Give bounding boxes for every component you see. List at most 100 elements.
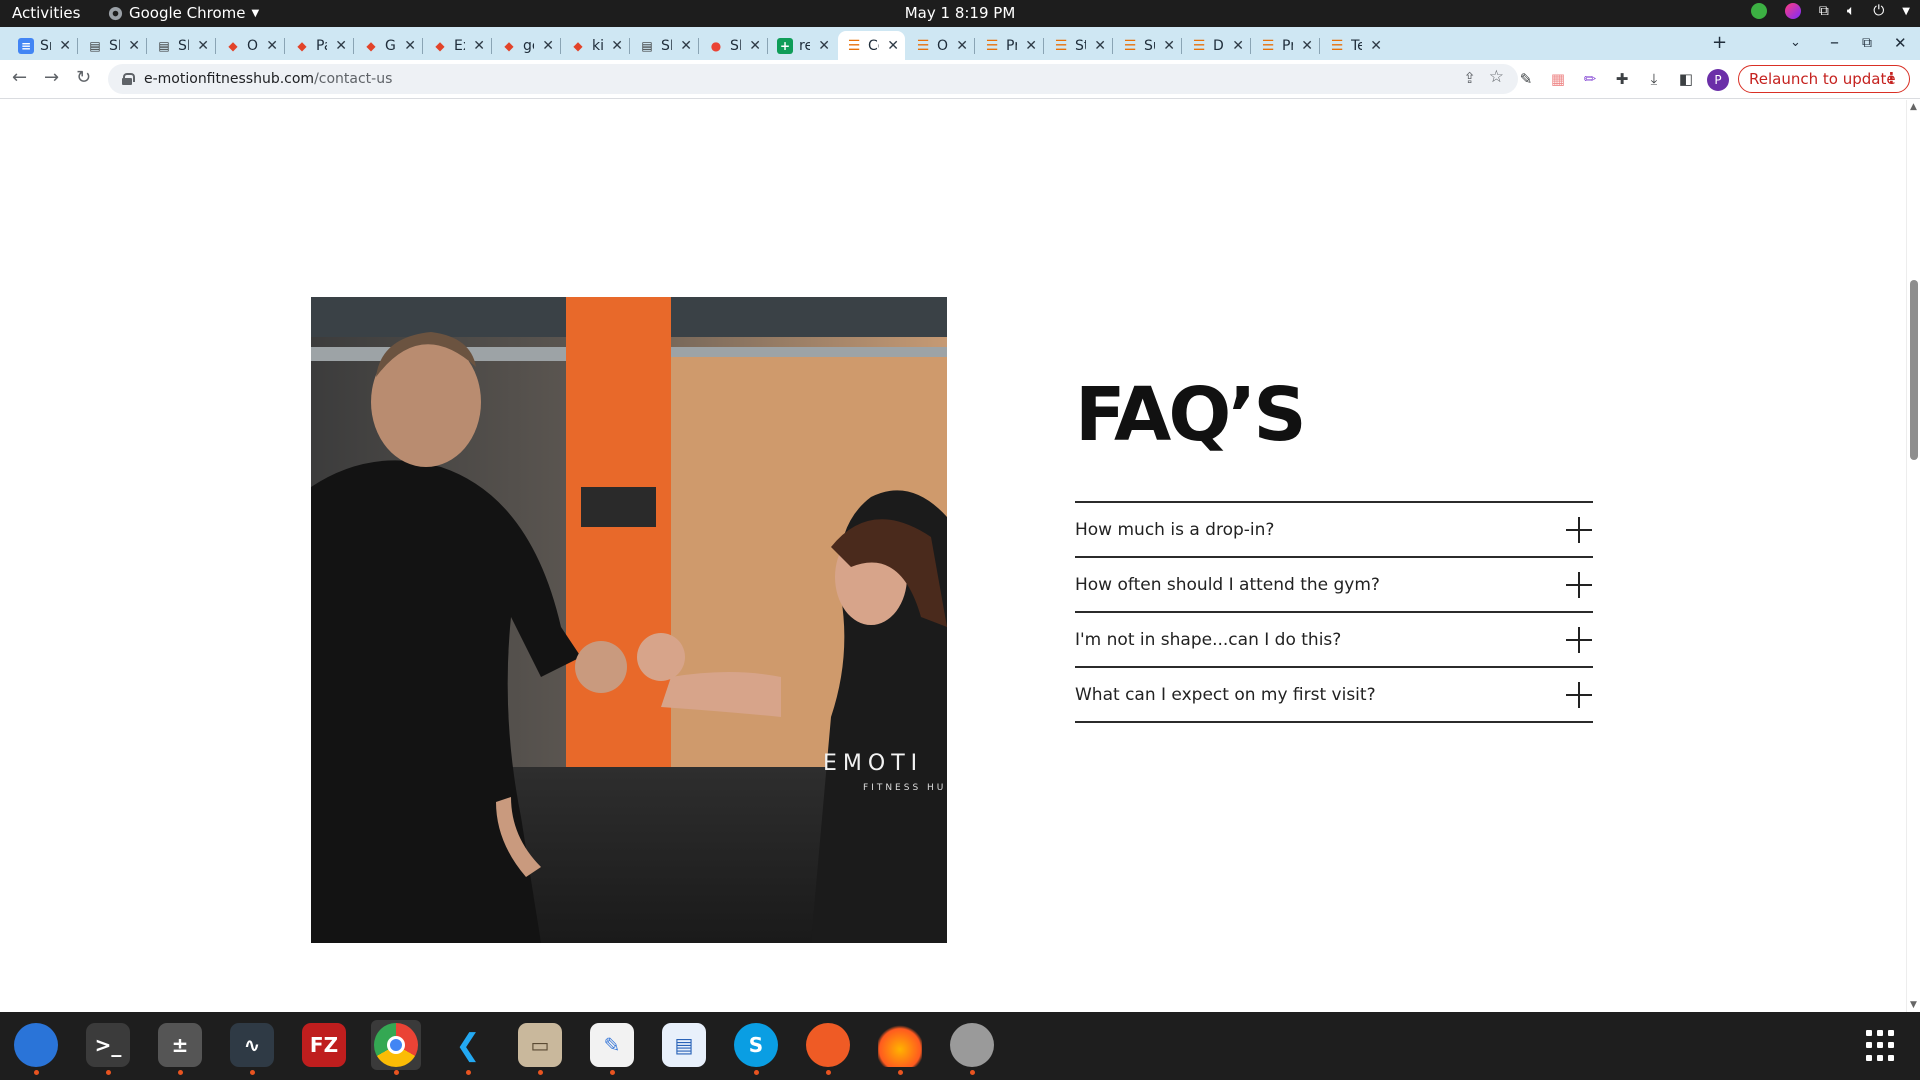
dock-item[interactable] (11, 1020, 61, 1075)
browser-tab[interactable]: ● SN ✕ (700, 31, 767, 60)
color-picker-extension-icon[interactable]: ✎ (1516, 69, 1536, 89)
dock-item[interactable]: FZ (299, 1020, 349, 1070)
pen-extension-icon[interactable]: ✏ (1580, 69, 1600, 89)
puzzle-extensions-icon[interactable]: ✚ (1612, 69, 1632, 89)
show-applications-button[interactable] (1866, 1030, 1898, 1062)
browser-tab[interactable]: ☰ Do ✕ (1183, 31, 1250, 60)
browser-tab[interactable]: ☰ On ✕ (907, 31, 974, 60)
plus-icon[interactable] (1566, 626, 1592, 653)
browser-tab[interactable]: ☰ Su ✕ (1114, 31, 1181, 60)
dock-item[interactable]: ± (155, 1020, 205, 1075)
close-tab-icon[interactable]: ✕ (749, 38, 761, 54)
more-menu-icon[interactable]: ⋮ (1884, 69, 1899, 87)
browser-tab[interactable]: ◆ Pai ✕ (286, 31, 353, 60)
close-tab-icon[interactable]: ✕ (1094, 38, 1106, 54)
forward-button[interactable]: → (44, 67, 59, 88)
close-tab-icon[interactable]: ✕ (1025, 38, 1037, 54)
close-tab-icon[interactable]: ✕ (473, 38, 485, 54)
extension-icon[interactable]: ▦ (1548, 69, 1568, 89)
browser-tab[interactable]: ◆ Exp ✕ (424, 31, 491, 60)
new-tab-button[interactable]: + (1712, 32, 1727, 53)
close-window-button[interactable]: ✕ (1894, 34, 1907, 52)
plus-icon[interactable] (1566, 516, 1592, 543)
browser-tab[interactable]: ◆ gel ✕ (493, 31, 560, 60)
dock-item[interactable]: ▭ (515, 1020, 565, 1075)
faq-item[interactable]: How often should I attend the gym? (1075, 558, 1593, 613)
close-tab-icon[interactable]: ✕ (404, 38, 416, 54)
plus-icon[interactable] (1566, 681, 1592, 708)
dock-item[interactable]: S (731, 1020, 781, 1075)
restore-button[interactable]: ⧉ (1862, 35, 1872, 51)
system-tray[interactable]: ⧉ 🔈︎ ⏻ ▼ (1750, 3, 1910, 19)
browser-tab[interactable]: ◆ kit ✕ (562, 31, 629, 60)
faq-question[interactable]: What can I expect on my first visit? (1075, 685, 1376, 705)
address-bar[interactable]: e-motionfitnesshub.com/contact-us ⇪ ☆ (108, 64, 1518, 94)
close-tab-icon[interactable]: ✕ (611, 38, 623, 54)
close-tab-icon[interactable]: ✕ (59, 38, 71, 54)
close-tab-icon[interactable]: ✕ (680, 38, 692, 54)
browser-tab[interactable]: ▤ SNI ✕ (79, 31, 146, 60)
close-tab-icon[interactable]: ✕ (335, 38, 347, 54)
app-menu[interactable]: Google Chrome ▼ (108, 4, 259, 22)
faq-question[interactable]: How often should I attend the gym? (1075, 575, 1380, 595)
faq-item[interactable]: I'm not in shape...can I do this? (1075, 613, 1593, 668)
dock-item[interactable]: ▤ (659, 1020, 709, 1070)
share-icon[interactable]: ⇪ (1463, 69, 1476, 87)
close-tab-icon[interactable]: ✕ (1370, 38, 1382, 54)
dock-item[interactable] (947, 1020, 997, 1075)
dock-item[interactable]: >_ (83, 1020, 133, 1075)
clock[interactable]: May 1 8:19 PM (905, 4, 1016, 22)
reload-button[interactable]: ↻ (76, 67, 91, 88)
browser-tab[interactable]: ▤ SNI ✕ (148, 31, 215, 60)
url-text[interactable]: e-motionfitnesshub.com/contact-us (144, 71, 392, 87)
minimize-button[interactable]: – (1830, 32, 1839, 53)
close-tab-icon[interactable]: ✕ (1163, 38, 1175, 54)
close-tab-icon[interactable]: ✕ (1301, 38, 1313, 54)
browser-tab[interactable]: ☰ Pri ✕ (976, 31, 1043, 60)
close-tab-icon[interactable]: ✕ (818, 38, 830, 54)
relaunch-to-update-button[interactable]: Relaunch to update ⋮ (1738, 65, 1910, 93)
close-tab-icon[interactable]: ✕ (128, 38, 140, 54)
close-tab-icon[interactable]: ✕ (266, 38, 278, 54)
dock-item[interactable] (875, 1020, 925, 1075)
scroll-up-icon[interactable]: ▲ (1910, 102, 1917, 112)
close-tab-icon[interactable]: ✕ (956, 38, 968, 54)
scroll-down-icon[interactable]: ▼ (1910, 1000, 1917, 1010)
dock-item[interactable]: ❮ (443, 1020, 493, 1075)
chevron-down-icon[interactable]: ▼ (1902, 6, 1910, 17)
side-panel-icon[interactable]: ◧ (1676, 69, 1696, 89)
close-tab-icon[interactable]: ✕ (887, 38, 899, 54)
dock-item[interactable] (371, 1020, 421, 1075)
back-button[interactable]: ← (12, 67, 27, 88)
browser-tab[interactable]: + ref ✕ (769, 31, 836, 60)
activities-button[interactable]: Activities (12, 4, 80, 22)
app-indicator-icon[interactable] (1784, 3, 1801, 19)
lock-icon[interactable] (122, 73, 135, 85)
browser-tab[interactable]: ≡ Sni ✕ (10, 31, 77, 60)
browser-tab[interactable]: ▤ SNI ✕ (631, 31, 698, 60)
browser-tab[interactable]: ☰ Sta ✕ (1045, 31, 1112, 60)
dock-item[interactable] (803, 1020, 853, 1075)
plus-icon[interactable] (1566, 571, 1592, 598)
dock-item[interactable]: ∿ (227, 1020, 277, 1075)
dock-item[interactable]: ✎ (587, 1020, 637, 1075)
browser-tab[interactable]: ◆ Gel ✕ (355, 31, 422, 60)
power-icon[interactable]: ⏻ (1873, 3, 1884, 19)
close-tab-icon[interactable]: ✕ (542, 38, 554, 54)
close-tab-icon[interactable]: ✕ (1232, 38, 1244, 54)
update-icon[interactable] (1750, 3, 1767, 19)
faq-item[interactable]: What can I expect on my first visit? (1075, 668, 1593, 723)
close-tab-icon[interactable]: ✕ (197, 38, 209, 54)
scrollbar-thumb[interactable] (1910, 280, 1918, 460)
profile-avatar[interactable]: P (1707, 69, 1729, 91)
browser-tab[interactable]: ☰ Ter ✕ (1321, 31, 1388, 60)
page-scrollbar[interactable]: ▲ ▼ (1906, 100, 1920, 1012)
bookmark-star-icon[interactable]: ☆ (1489, 67, 1504, 87)
network-icon[interactable]: ⧉ (1819, 3, 1829, 19)
browser-tab[interactable]: ◆ On ✕ (217, 31, 284, 60)
faq-question[interactable]: I'm not in shape...can I do this? (1075, 630, 1341, 650)
browser-tab[interactable]: ☰ Co ✕ (838, 31, 905, 60)
volume-icon[interactable]: 🔈︎ (1847, 3, 1855, 19)
browser-tab[interactable]: ☰ Pri ✕ (1252, 31, 1319, 60)
faq-question[interactable]: How much is a drop-in? (1075, 520, 1274, 540)
